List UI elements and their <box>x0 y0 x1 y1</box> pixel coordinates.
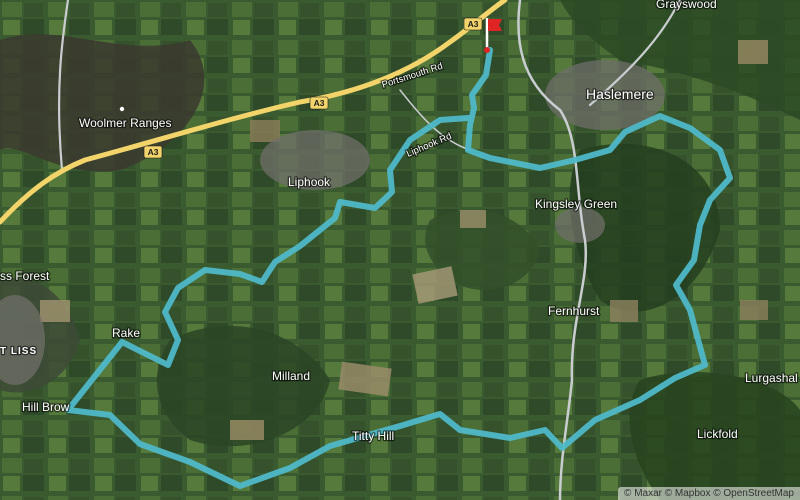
place-label-liphook: Liphook <box>288 175 331 189</box>
place-label-titty-hill: Titty Hill <box>352 429 394 443</box>
place-label-lickfold: Lickfold <box>697 427 738 441</box>
place-label-milland: Milland <box>272 369 310 383</box>
map-attribution[interactable]: © Maxar © Mapbox © OpenStreetMap <box>618 487 800 500</box>
a3-shield: A3 <box>143 145 163 159</box>
svg-text:A3: A3 <box>468 19 479 29</box>
place-label-liss-forest: ss Forest <box>0 269 50 283</box>
place-label-kingsley-green: Kingsley Green <box>535 197 617 211</box>
map-canvas[interactable]: A3 A3 A3 Portsmouth Rd Liphook Rd Graysw… <box>0 0 800 500</box>
place-label-liss: T LISS <box>0 346 37 357</box>
place-dot-woolmer <box>119 106 125 112</box>
a3-shield: A3 <box>463 17 483 31</box>
place-label-rake: Rake <box>112 326 140 340</box>
a3-shield: A3 <box>309 96 329 110</box>
place-label-grayswood: Grayswood <box>656 0 717 11</box>
place-label-haslemere: Haslemere <box>586 86 654 102</box>
place-label-woolmer-ranges: Woolmer Ranges <box>79 116 171 130</box>
svg-text:A3: A3 <box>314 98 325 108</box>
place-label-fernhurst: Fernhurst <box>548 304 600 318</box>
place-label-hill-brow: Hill Brow <box>22 400 70 414</box>
place-label-lurgashall: Lurgashal <box>745 371 798 385</box>
svg-text:A3: A3 <box>148 147 159 157</box>
